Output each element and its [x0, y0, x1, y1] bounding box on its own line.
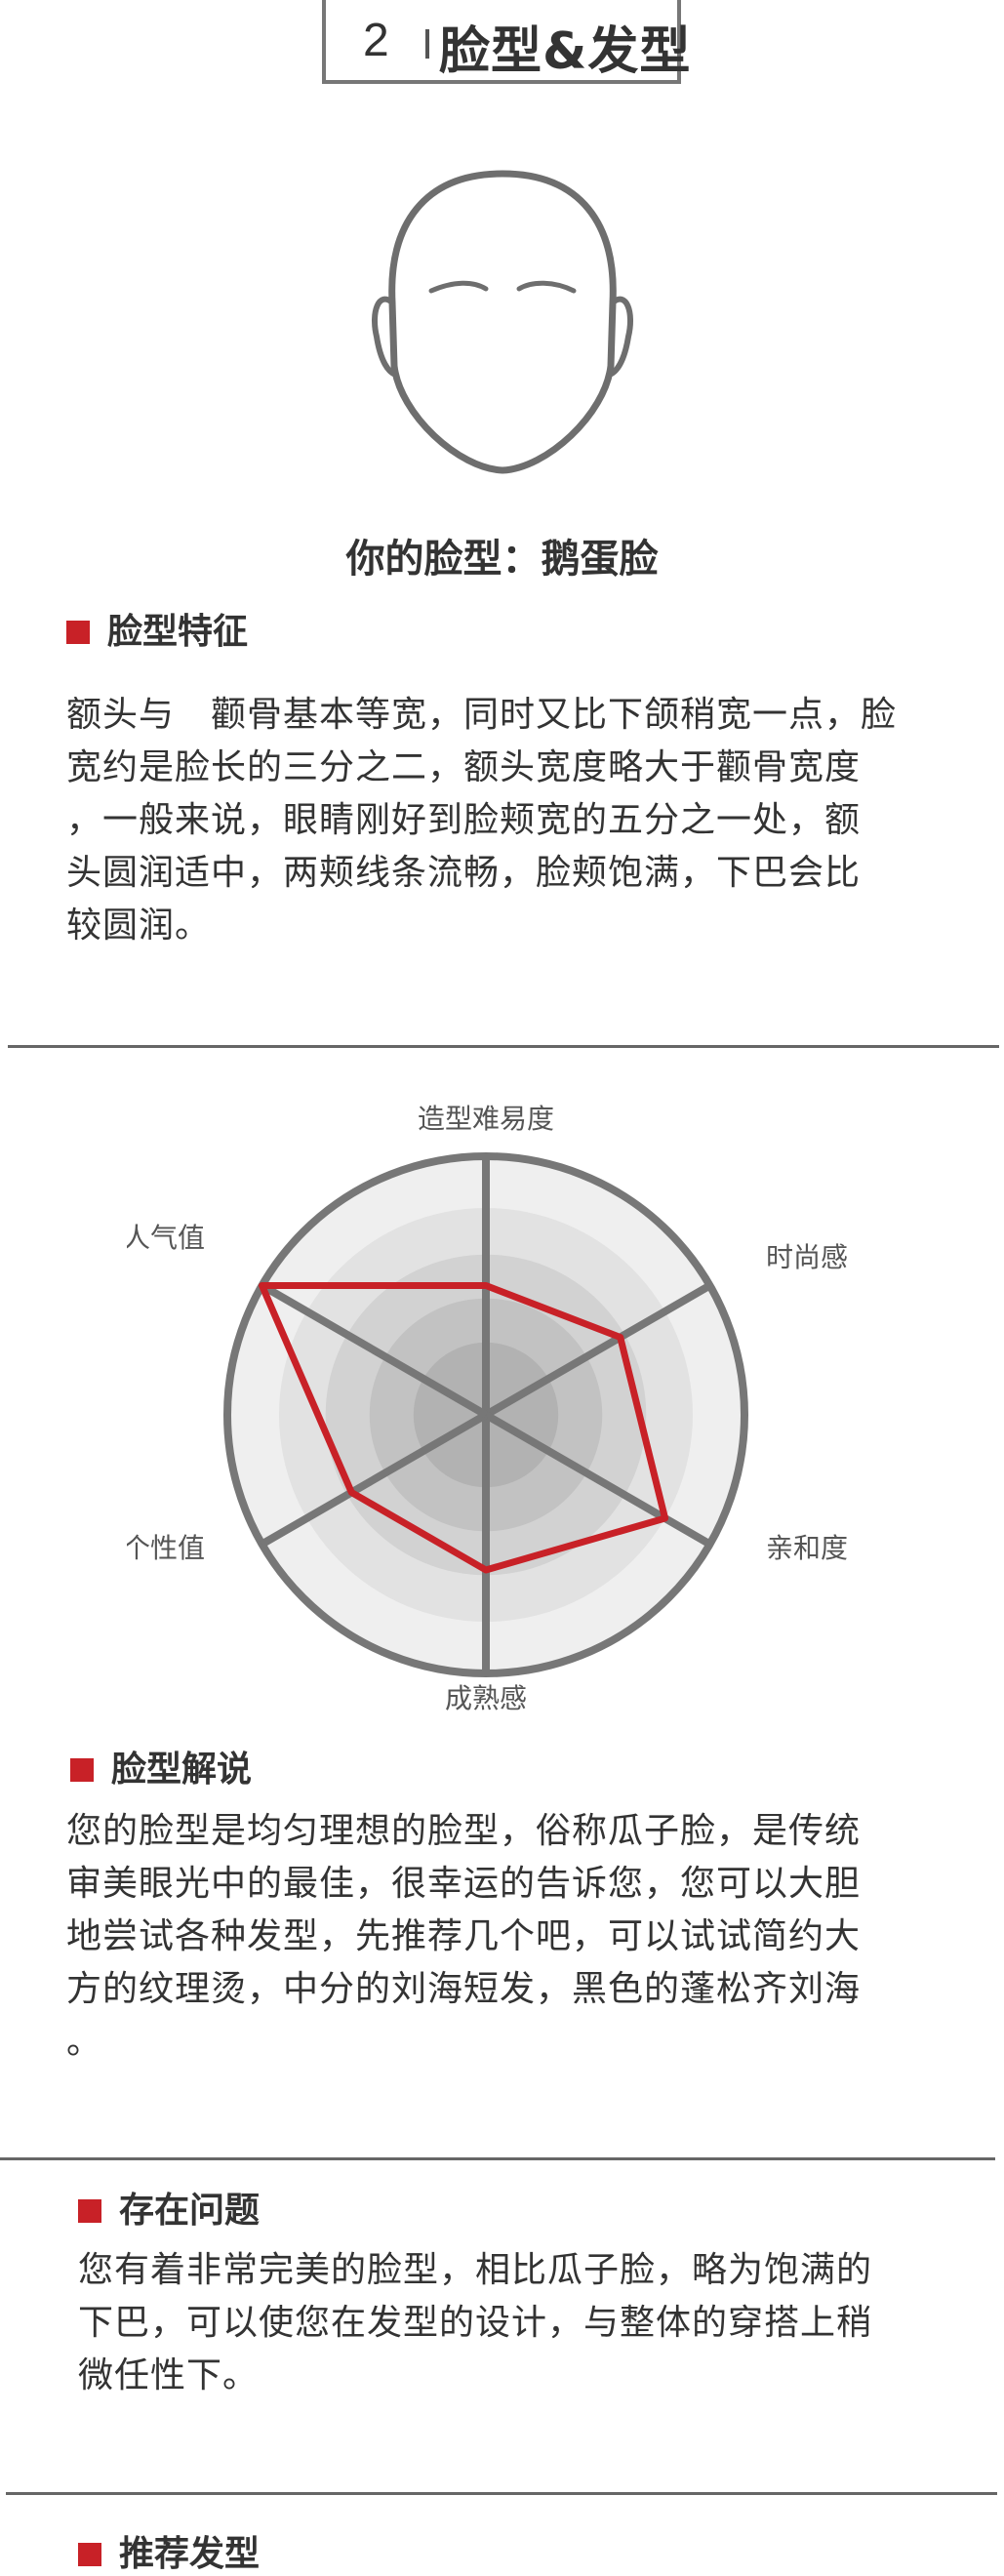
section-title: 脸型&发型 [439, 22, 692, 81]
radar-data-point [618, 1335, 622, 1340]
header-separator [425, 29, 429, 59]
divider [8, 1045, 999, 1048]
red-square-icon [70, 1758, 94, 1782]
problems-heading: 存在问题 [78, 2182, 260, 2233]
problems-text: 您有着非常完美的脸型，相比瓜子脸，略为饱满的 下巴，可以使您在发型的设计，与整体… [78, 2250, 873, 2395]
radar-axis-label: 时尚感 [766, 1241, 848, 1273]
features-heading: 脸型特征 [66, 603, 248, 654]
radar-data-point [349, 1490, 354, 1495]
radar-axis-label: 人气值 [127, 1222, 205, 1254]
radar-data-point [663, 1516, 667, 1520]
red-square-icon [66, 621, 90, 644]
radar-data-point [484, 1568, 488, 1572]
section-number: 2 [363, 15, 389, 66]
divider [0, 2157, 995, 2160]
radar-axis-label: 造型难易度 [418, 1103, 554, 1135]
face-outline-illustration [371, 170, 634, 474]
features-text: 额头与 颧骨基本等宽，同时又比下颌稍宽一点，脸 宽约是脸长的三分之二，额头宽度略… [66, 695, 898, 946]
red-square-icon [78, 2199, 101, 2223]
radar-axis-label: 成熟感 [445, 1682, 527, 1714]
radar-chart: 造型难易度时尚感亲和度成熟感 个性值 人气值 [127, 1103, 848, 1714]
face-type-value: 鹅蛋脸 [541, 537, 659, 582]
face-type-label: 你的脸型： [345, 537, 542, 582]
radar-data-point [260, 1283, 264, 1288]
interpretation-heading: 脸型解说 [70, 1741, 252, 1791]
divider [6, 2492, 997, 2495]
recommend-heading: 推荐发型 [78, 2525, 260, 2576]
red-square-icon [78, 2543, 101, 2566]
radar-data-point [484, 1283, 488, 1288]
interpretation-text: 您的脸型是均匀理想的脸型，俗称瓜子脸，是传统 审美眼光中的最佳，很幸运的告诉您，… [66, 1811, 862, 2062]
radar-axis-label: 个性值 [127, 1532, 205, 1564]
radar-axis-label: 亲和度 [766, 1532, 848, 1564]
face-type-result: 你的脸型：鹅蛋脸 [0, 527, 1004, 584]
